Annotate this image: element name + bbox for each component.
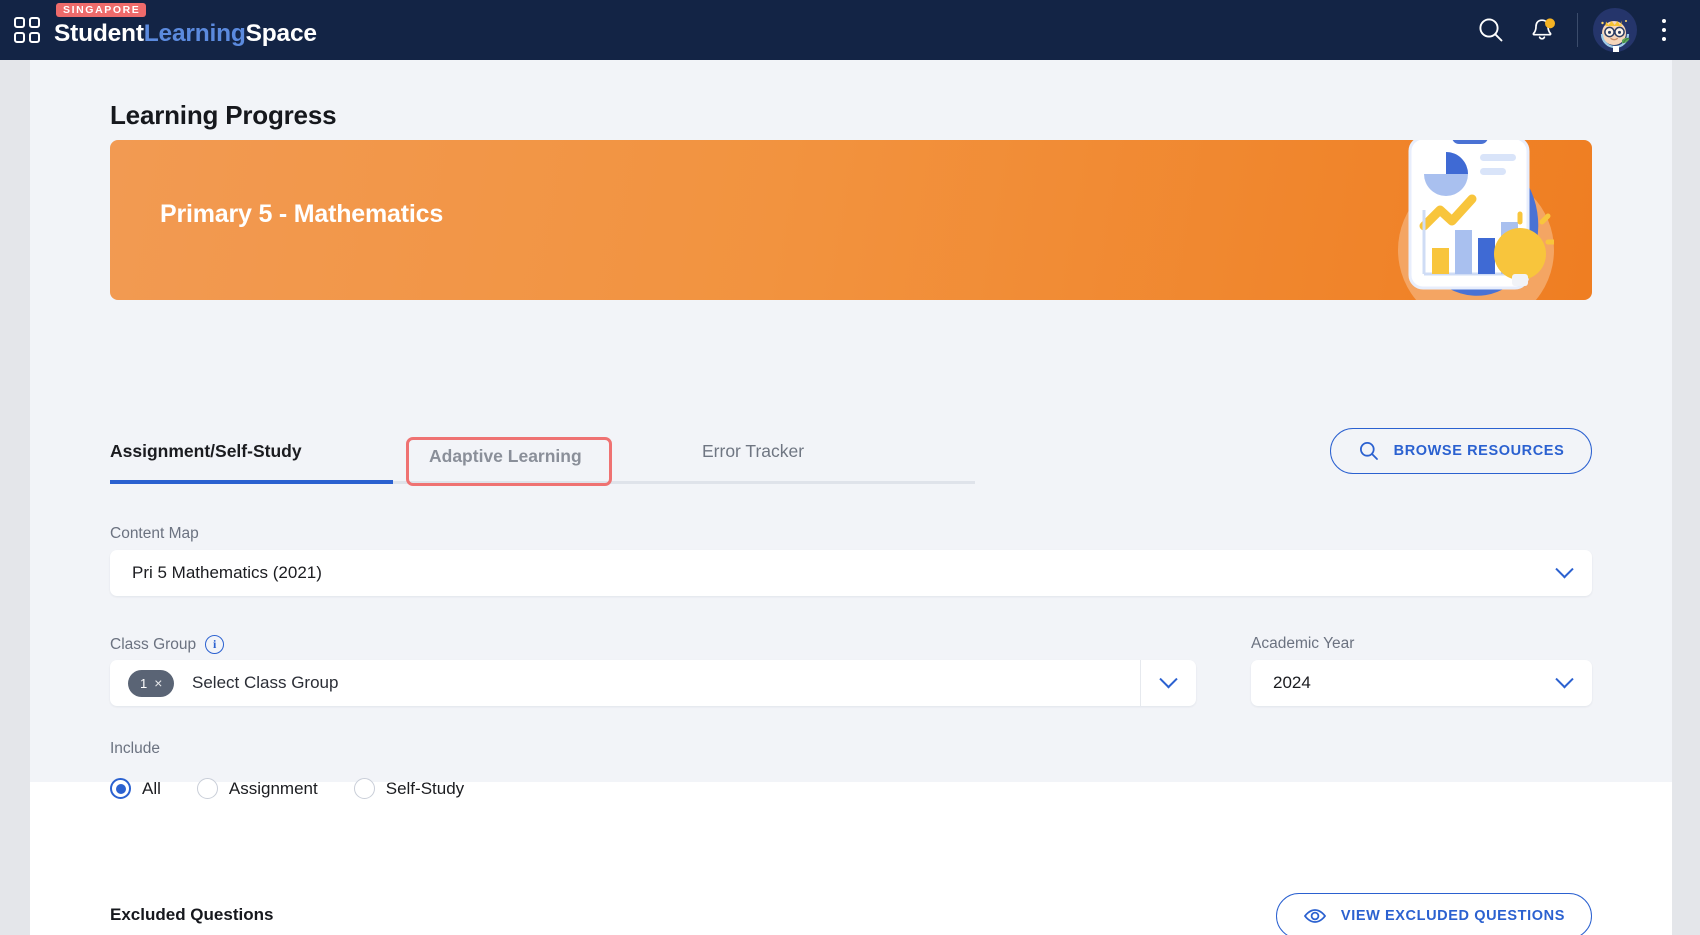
radio-all[interactable]: All — [110, 778, 161, 799]
class-group-label: Class Group — [110, 635, 197, 653]
bell-icon — [1532, 18, 1555, 40]
right-gutter — [1672, 60, 1700, 935]
tab-error-tracker[interactable]: Error Tracker — [702, 428, 804, 484]
chevron-down-icon[interactable] — [1536, 550, 1592, 596]
kebab-dot — [1662, 37, 1666, 41]
page-content: Learning Progress Primary 5 - Mathematic… — [30, 60, 1672, 935]
kebab-dot — [1662, 28, 1666, 32]
tab-adaptive-learning[interactable]: Adaptive Learning — [415, 428, 596, 484]
content-map-select[interactable]: Pri 5 Mathematics (2021) — [110, 550, 1592, 596]
brand-name: StudentLearningSpace — [54, 20, 317, 47]
user-avatar — [1593, 8, 1637, 52]
include-label: Include — [110, 740, 160, 757]
top-bar-actions — [1465, 0, 1700, 60]
radio-assignment-label: Assignment — [228, 778, 318, 798]
class-group-select[interactable]: 1 × Select Class Group — [110, 660, 1196, 706]
page-title: Learning Progress — [110, 100, 337, 130]
brand-logo[interactable]: SINGAPORE StudentLearningSpace — [14, 3, 317, 48]
notification-dot — [1545, 18, 1555, 29]
academic-year-label: Academic Year — [1251, 635, 1355, 652]
overflow-menu-button[interactable] — [1644, 0, 1684, 60]
top-navigation-bar: SINGAPORE StudentLearningSpace — [0, 0, 1700, 60]
subject-banner: Primary 5 - Mathematics — [110, 140, 1592, 300]
brand-word-student: Student — [54, 20, 144, 47]
info-icon[interactable]: i — [205, 635, 225, 654]
class-group-chip[interactable]: 1 × — [128, 669, 174, 697]
radio-self-study-label: Self-Study — [385, 778, 465, 798]
search-icon — [1359, 442, 1378, 460]
browse-resources-button[interactable]: BROWSE RESOURCES — [1330, 428, 1592, 474]
class-group-placeholder: Select Class Group — [192, 673, 339, 692]
radio-self-study[interactable]: Self-Study — [353, 778, 465, 799]
apps-grid-icon[interactable] — [14, 17, 40, 43]
notifications-button[interactable] — [1517, 0, 1569, 60]
academic-year-value: 2024 — [1273, 673, 1311, 692]
radio-dot — [110, 778, 131, 799]
radio-dot — [353, 778, 375, 799]
view-excluded-questions-label: VIEW EXCLUDED QUESTIONS — [1340, 908, 1565, 924]
content-map-value: Pri 5 Mathematics (2021) — [132, 563, 322, 582]
chevron-down-icon[interactable] — [1536, 660, 1592, 706]
search-icon — [1479, 18, 1503, 42]
radio-assignment[interactable]: Assignment — [196, 778, 318, 799]
analytics-clipboard-illustration — [1398, 140, 1554, 300]
radio-all-label: All — [142, 778, 161, 798]
divider — [1577, 13, 1578, 47]
tab-assignment-self-study[interactable]: Assignment/Self-Study — [110, 428, 393, 484]
singapore-badge: SINGAPORE — [56, 3, 147, 17]
brand-word-space: Space — [245, 20, 317, 47]
brand-text: SINGAPORE StudentLearningSpace — [54, 3, 317, 48]
eye-icon — [1303, 909, 1327, 923]
radio-dot — [196, 778, 218, 799]
include-radio-group: All Assignment Self-Study — [110, 778, 500, 799]
class-group-chip-count: 1 — [140, 675, 148, 691]
class-group-label-wrap: Class Group i — [110, 635, 225, 654]
banner-title: Primary 5 - Mathematics — [160, 200, 444, 228]
search-button[interactable] — [1465, 0, 1517, 60]
close-icon[interactable]: × — [154, 675, 162, 691]
kebab-dot — [1662, 19, 1666, 23]
view-excluded-questions-button[interactable]: VIEW EXCLUDED QUESTIONS — [1275, 893, 1592, 935]
browse-resources-label: BROWSE RESOURCES — [1393, 443, 1565, 459]
user-avatar-button[interactable] — [1586, 0, 1644, 60]
brand-word-learning: Learning — [143, 20, 246, 47]
excluded-questions-title: Excluded Questions — [110, 905, 274, 924]
content-map-label: Content Map — [110, 525, 199, 542]
chevron-down-icon[interactable] — [1140, 660, 1196, 706]
academic-year-select[interactable]: 2024 — [1251, 660, 1592, 706]
